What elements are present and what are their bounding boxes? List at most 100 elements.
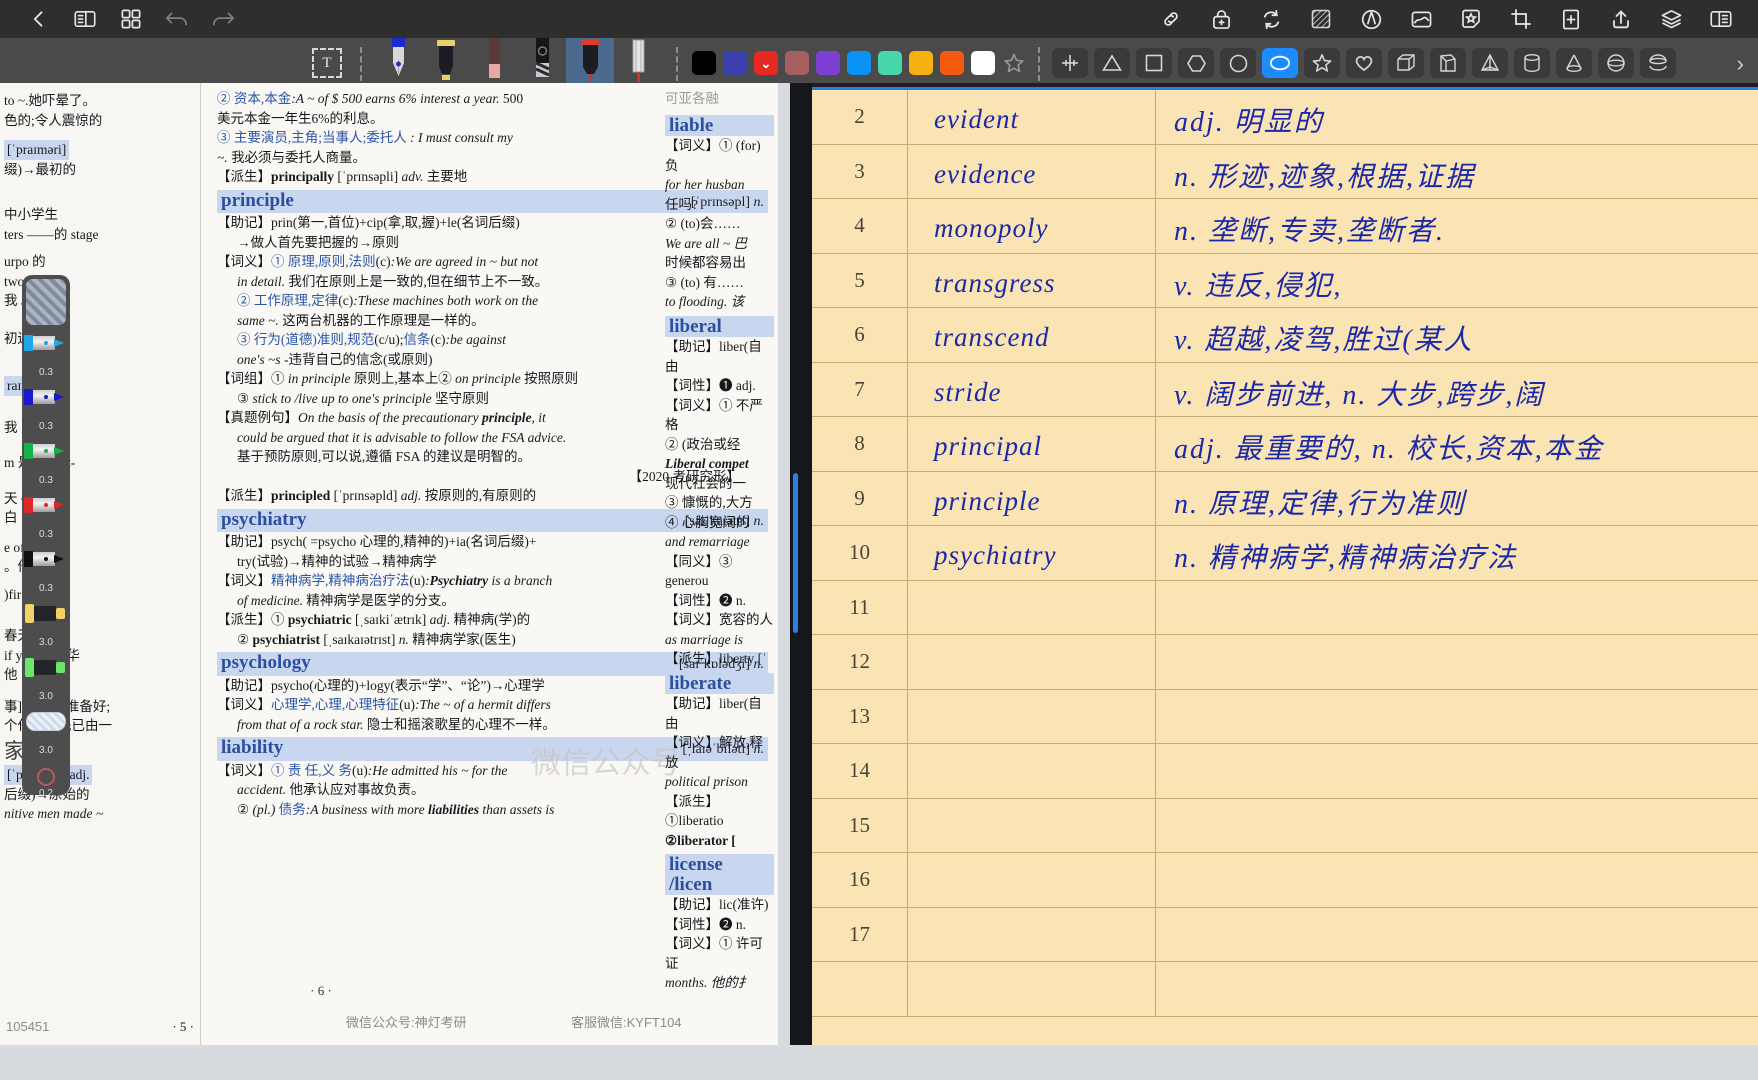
eraser-tool[interactable] xyxy=(614,38,662,83)
row-word-cell[interactable]: principle xyxy=(908,472,1156,526)
row-definition-cell[interactable]: n. 垄断,专卖,垄断者. xyxy=(1156,199,1758,253)
row-definition-cell[interactable] xyxy=(1156,853,1758,907)
palette-pen-navy[interactable]: 0.3 xyxy=(22,379,70,433)
shape-cone[interactable] xyxy=(1556,48,1592,78)
row-word-cell[interactable] xyxy=(908,744,1156,798)
pen-fountain[interactable] xyxy=(374,38,422,83)
color-orange[interactable] xyxy=(940,51,964,75)
shape-sphere[interactable] xyxy=(1598,48,1634,78)
row-word-cell[interactable]: psychiatry xyxy=(908,526,1156,580)
color-amber[interactable] xyxy=(909,51,933,75)
compass-icon[interactable] xyxy=(1358,6,1384,32)
table-row[interactable]: 10 psychiatry n. 精神病学,精神病治疗法 xyxy=(812,526,1758,581)
row-word-cell[interactable] xyxy=(908,690,1156,744)
add-page-icon[interactable] xyxy=(1558,6,1584,32)
crop-icon[interactable] xyxy=(1508,6,1534,32)
row-definition-cell[interactable] xyxy=(1156,744,1758,798)
row-word-cell[interactable] xyxy=(908,962,1156,1016)
color-red-selected[interactable]: ⌄ xyxy=(754,51,778,75)
table-row[interactable]: 5 transgress v. 违反,侵犯, xyxy=(812,254,1758,309)
shape-prism[interactable] xyxy=(1430,48,1466,78)
sidebar-toggle-icon[interactable] xyxy=(72,6,98,32)
color-brown[interactable] xyxy=(785,51,809,75)
palette-pen-green[interactable]: 0.3 xyxy=(22,433,70,487)
table-row[interactable]: 15 xyxy=(812,799,1758,854)
row-definition-cell[interactable]: adj. 明显的 xyxy=(1156,90,1758,144)
row-definition-cell[interactable] xyxy=(1156,908,1758,962)
share-icon[interactable] xyxy=(1608,6,1634,32)
table-row[interactable]: 6 transcend v. 超越,凌驾,胜过(某人 xyxy=(812,308,1758,363)
row-definition-cell[interactable] xyxy=(1156,962,1758,1016)
grid-view-icon[interactable] xyxy=(118,6,144,32)
row-definition-cell[interactable]: v. 违反,侵犯, xyxy=(1156,254,1758,308)
row-word-cell[interactable] xyxy=(908,581,1156,635)
shape-crosshair[interactable] xyxy=(1052,48,1088,78)
color-white[interactable] xyxy=(971,51,995,75)
table-row[interactable]: 17 xyxy=(812,908,1758,963)
scroll-indicator[interactable] xyxy=(793,473,798,633)
palette-pen-red[interactable]: 0.3 xyxy=(22,487,70,541)
document-page-right-column[interactable]: 可亚各融 liable 【词义】① (for) 负 for her husban… xyxy=(655,83,778,1045)
layers-icon[interactable] xyxy=(1658,6,1684,32)
pen-palette[interactable]: 0.3 0.3 0.3 0.3 xyxy=(22,275,70,795)
row-definition-cell[interactable] xyxy=(1156,581,1758,635)
row-definition-cell[interactable]: n. 形迹,迹象,根据,证据 xyxy=(1156,145,1758,199)
shape-cylinder[interactable] xyxy=(1514,48,1550,78)
row-word-cell[interactable]: stride xyxy=(908,363,1156,417)
color-teal[interactable] xyxy=(878,51,902,75)
shape-triangle[interactable] xyxy=(1094,48,1130,78)
table-row[interactable]: 7 stride v. 阔步前进, n. 大步,跨步,阔 xyxy=(812,363,1758,418)
shape-circle[interactable] xyxy=(1220,48,1256,78)
palette-eraser[interactable]: 0.2 xyxy=(22,757,70,795)
row-definition-cell[interactable]: n. 精神病学,精神病治疗法 xyxy=(1156,526,1758,580)
shape-cube[interactable] xyxy=(1388,48,1424,78)
row-word-cell[interactable] xyxy=(908,908,1156,962)
favorite-star-icon[interactable] xyxy=(1002,51,1026,75)
pen-marker-yellow[interactable] xyxy=(422,38,470,83)
table-row[interactable]: 16 xyxy=(812,853,1758,908)
more-shapes-chevron-icon[interactable]: › xyxy=(1737,51,1744,77)
shape-star[interactable] xyxy=(1304,48,1340,78)
shape-square[interactable] xyxy=(1136,48,1172,78)
pen-brush[interactable] xyxy=(518,38,566,83)
row-definition-cell[interactable]: n. 原理,定律,行为准则 xyxy=(1156,472,1758,526)
undo-icon[interactable] xyxy=(164,6,190,32)
row-word-cell[interactable]: evidence xyxy=(908,145,1156,199)
redo-icon[interactable] xyxy=(210,6,236,32)
shape-heart[interactable] xyxy=(1346,48,1382,78)
table-row[interactable]: 4 monopoly n. 垄断,专卖,垄断者. xyxy=(812,199,1758,254)
row-definition-cell[interactable] xyxy=(1156,799,1758,853)
pen-highlighter-red[interactable] xyxy=(566,38,614,83)
row-word-cell[interactable] xyxy=(908,853,1156,907)
table-row[interactable]: 11 xyxy=(812,581,1758,636)
table-row[interactable]: 2 evident adj. 明显的 xyxy=(812,90,1758,145)
table-row[interactable]: 13 xyxy=(812,690,1758,745)
row-word-cell[interactable] xyxy=(908,799,1156,853)
palette-pen-cyan[interactable]: 0.3 xyxy=(22,325,70,379)
table-row[interactable]: 8 principal adj. 最重要的, n. 校长,资本,本金 xyxy=(812,417,1758,472)
table-row[interactable]: 12 xyxy=(812,635,1758,690)
row-definition-cell[interactable]: adj. 最重要的, n. 校长,资本,本金 xyxy=(1156,417,1758,471)
notebook-pane[interactable]: 2 evident adj. 明显的 3 evidence n. 形迹,迹象,根… xyxy=(812,83,1758,1045)
row-definition-cell[interactable]: v. 超越,凌驾,胜过(某人 xyxy=(1156,308,1758,362)
row-word-cell[interactable] xyxy=(908,635,1156,689)
lock-add-icon[interactable] xyxy=(1208,6,1234,32)
color-blue[interactable] xyxy=(847,51,871,75)
shape-pyramid[interactable] xyxy=(1472,48,1508,78)
row-definition-cell[interactable]: v. 阔步前进, n. 大步,跨步,阔 xyxy=(1156,363,1758,417)
image-icon[interactable] xyxy=(1408,6,1434,32)
row-word-cell[interactable]: principal xyxy=(908,417,1156,471)
sticker-icon[interactable] xyxy=(1458,6,1484,32)
palette-marker-yellow[interactable]: 3.0 xyxy=(22,595,70,649)
row-definition-cell[interactable] xyxy=(1156,635,1758,689)
table-row[interactable]: 9 principle n. 原理,定律,行为准则 xyxy=(812,472,1758,527)
palette-highlighter-clear[interactable]: 3.0 xyxy=(22,703,70,757)
palette-highlighter-hatched[interactable] xyxy=(26,279,66,325)
shape-hexagon[interactable] xyxy=(1178,48,1214,78)
pen-pencil[interactable] xyxy=(470,38,518,83)
palette-marker-green[interactable]: 3.0 xyxy=(22,649,70,703)
text-box-tool[interactable]: T xyxy=(312,48,342,78)
color-black[interactable] xyxy=(692,51,716,75)
hatch-square-icon[interactable] xyxy=(1308,6,1334,32)
row-word-cell[interactable]: transcend xyxy=(908,308,1156,362)
